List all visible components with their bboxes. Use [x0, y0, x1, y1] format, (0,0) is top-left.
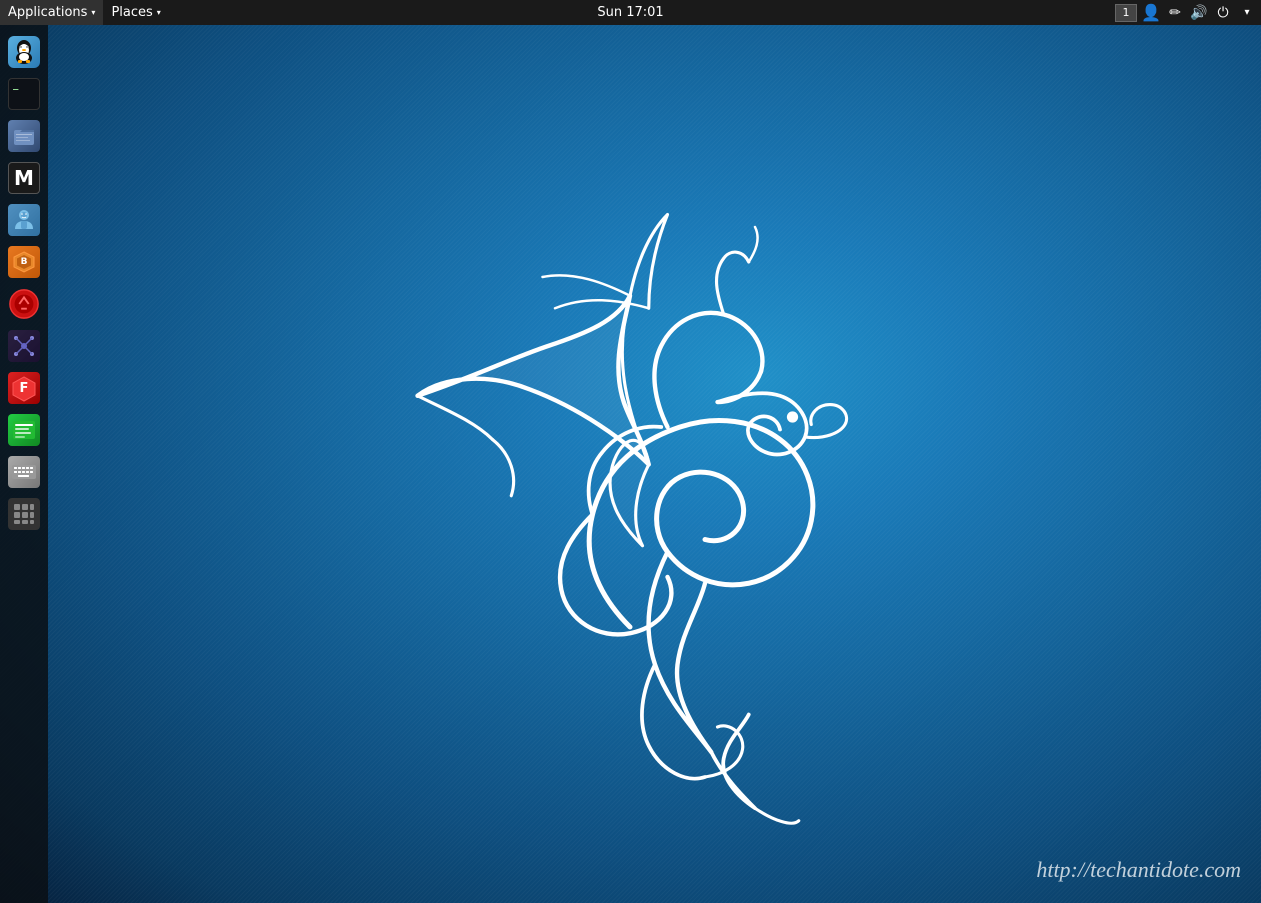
dock-sidebar: _ M — [0, 25, 48, 903]
dock-item-greenapp[interactable] — [5, 411, 43, 449]
clock-text: Sun 17:01 — [597, 5, 663, 20]
person-icon — [11, 207, 37, 233]
dragon-svg — [280, 102, 1030, 852]
watermark: http://techantidote.com — [1036, 857, 1241, 883]
svg-text:F: F — [20, 381, 29, 396]
workspace-number: 1 — [1123, 6, 1130, 19]
clock-display: Sun 17:01 — [597, 5, 663, 20]
kali-dragon-logo — [48, 50, 1261, 903]
green-app-icon — [10, 416, 38, 444]
places-arrow-icon: ▾ — [157, 8, 161, 17]
red-circle-icon — [8, 288, 40, 320]
system-arrow-icon[interactable]: ▾ — [1237, 3, 1257, 23]
keyboard-icon — [10, 458, 38, 486]
svg-text:B: B — [21, 257, 28, 267]
dock-item-fern[interactable]: F — [5, 369, 43, 407]
dock-item-files[interactable] — [5, 117, 43, 155]
applications-menu[interactable]: Applications ▾ — [0, 0, 103, 25]
dock-item-metasploit[interactable]: M — [5, 159, 43, 197]
maltego-icon — [10, 332, 38, 360]
volume-icon[interactable]: 🔊 — [1189, 3, 1209, 23]
dock-item-person[interactable] — [5, 201, 43, 239]
terminal-prompt: _ — [13, 81, 18, 91]
workspace-button[interactable]: 1 — [1115, 4, 1137, 22]
panel-right: 1 👤 ✏ 🔊 ⏻ ▾ — [1115, 3, 1261, 23]
watermark-text: http://techantidote.com — [1036, 857, 1241, 882]
burpsuite-icon: B — [11, 249, 37, 275]
applications-arrow-icon: ▾ — [91, 8, 95, 17]
grid-icon — [11, 501, 37, 527]
applications-label: Applications — [8, 5, 87, 20]
tux-icon — [10, 38, 38, 66]
power-icon[interactable]: ⏻ — [1213, 3, 1233, 23]
dock-item-keyboard[interactable] — [5, 453, 43, 491]
panel-left: Applications ▾ Places ▾ — [0, 0, 1115, 25]
people-icon[interactable]: 👤 — [1141, 3, 1161, 23]
dock-item-tux[interactable] — [5, 33, 43, 71]
dock-item-grid[interactable] — [5, 495, 43, 533]
pen-icon[interactable]: ✏ — [1165, 3, 1185, 23]
dock-item-terminal[interactable]: _ — [5, 75, 43, 113]
dock-item-maltego[interactable] — [5, 327, 43, 365]
desktop: http://techantidote.com — [0, 25, 1261, 903]
dock-item-redapp[interactable] — [5, 285, 43, 323]
places-menu[interactable]: Places ▾ — [103, 0, 168, 25]
dock-item-burpsuite[interactable]: B — [5, 243, 43, 281]
top-panel: Applications ▾ Places ▾ Sun 17:01 1 👤 ✏ … — [0, 0, 1261, 25]
fern-icon: F — [10, 374, 38, 402]
files-icon — [12, 124, 36, 148]
places-label: Places — [111, 5, 152, 20]
